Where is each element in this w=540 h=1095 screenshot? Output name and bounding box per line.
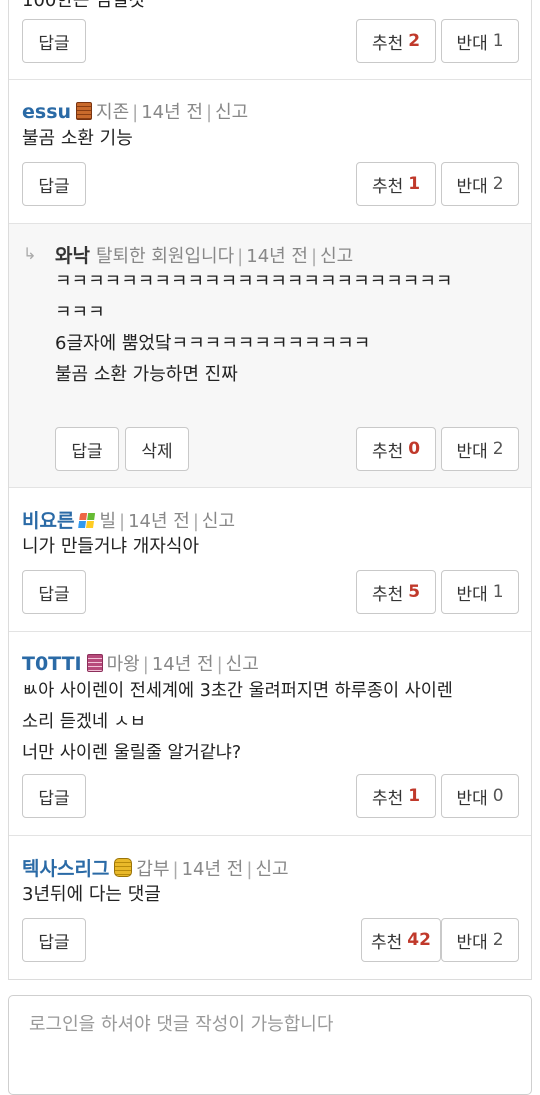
report-link[interactable]: 신고	[202, 511, 235, 532]
comment-body-partial: 100한는 님일것	[22, 0, 145, 11]
comment-item: 텍사스리그 갑부 | 14년 전 | 신고 3년뒤에 다는 댓글 답글 추천 42 반대 2	[9, 836, 531, 979]
comment-item: T0TTI 마왕 | 14년 전 | 신고 ㅄ아 사이렌이 전세계에 3초간 울려퍼지면 …	[9, 632, 531, 836]
user-rank: 마왕	[106, 654, 140, 675]
comment-time: 14년 전	[246, 246, 308, 267]
downvote-button[interactable]: 반대 1	[441, 570, 519, 614]
comment-body: ㅄ아 사이렌이 전세계에 3초간 울려퍼지면 하루종이 사이렌 소리 듣겠네 ㅅ…	[22, 681, 453, 763]
user-rank: 탈퇴한 회원입니다	[95, 246, 235, 267]
comment-time: 14년 전	[141, 102, 203, 123]
reply-button[interactable]: 답글	[22, 162, 86, 206]
upvote-button[interactable]: 추천 42	[361, 918, 441, 962]
downvote-button[interactable]: 반대 2	[441, 918, 519, 962]
comment-author[interactable]: 비요른	[22, 510, 74, 532]
level-icon	[86, 654, 103, 672]
comment-item: essu 지존 | 14년 전 | 신고 불곰 소환 기능 답글 추천 1 반대 2	[9, 80, 531, 224]
reply-button[interactable]: 답글	[22, 774, 86, 818]
downvote-button[interactable]: 반대 2	[441, 427, 519, 471]
report-link[interactable]: 신고	[320, 246, 353, 267]
comment-body: ㅋㅋㅋㅋㅋㅋㅋㅋㅋㅋㅋㅋㅋㅋㅋㅋㅋㅋㅋㅋㅋㅋㅋㅋ ㅋㅋㅋ 6글자에 뿜었닼ㅋㅋㅋ…	[55, 271, 453, 385]
comment-meta: essu 지존 | 14년 전 | 신고	[22, 101, 249, 123]
reply-button[interactable]: 답글	[22, 570, 86, 614]
comment-body: 불곰 소환 기능	[22, 128, 133, 149]
comment-thread: 100한는 님일것 답글 추천 2 반대 1 essu 지존 | 14년 전 | 신고 불곰 …	[8, 0, 532, 980]
comment-author[interactable]: 텍사스리그	[22, 858, 109, 880]
comment-author[interactable]: 와낙	[55, 245, 90, 267]
windows-logo-icon	[78, 513, 97, 529]
upvote-button[interactable]: 추천 2	[356, 19, 436, 63]
upvote-button[interactable]: 추천 5	[356, 570, 436, 614]
comment-author[interactable]: essu	[22, 101, 71, 123]
reply-button[interactable]: 답글	[22, 19, 86, 63]
comment-item: 비요른 빌 | 14년 전 | 신고 니가 만들거냐 개자식아 답글 추천 5 반대 1	[9, 488, 531, 632]
level-icon	[76, 102, 93, 120]
report-link[interactable]: 신고	[255, 859, 288, 880]
user-rank: 빌	[99, 511, 117, 532]
comment-meta: 비요른 빌 | 14년 전 | 신고	[22, 510, 236, 532]
comment-body: 3년뒤에 다는 댓글	[22, 884, 161, 905]
login-required-placeholder: 로그인을 하셔야 댓글 작성이 가능합니다	[29, 1014, 334, 1035]
reply-arrow-icon: ↳	[23, 244, 37, 263]
comment-author[interactable]: T0TTI	[22, 653, 82, 675]
upvote-button[interactable]: 추천 0	[356, 427, 436, 471]
comment-meta: T0TTI 마왕 | 14년 전 | 신고	[22, 653, 259, 675]
user-rank: 갑부	[136, 859, 170, 880]
comment-meta: 텍사스리그 갑부 | 14년 전 | 신고	[22, 858, 289, 880]
comment-input-box[interactable]: 로그인을 하셔야 댓글 작성이 가능합니다	[8, 995, 532, 1095]
user-rank: 지존	[96, 102, 130, 123]
upvote-button[interactable]: 추천 1	[356, 774, 436, 818]
comment-time: 14년 전	[128, 511, 190, 532]
comment-time: 14년 전	[181, 859, 244, 880]
comment-meta: 와낙 탈퇴한 회원입니다 | 14년 전 | 신고	[55, 245, 354, 267]
upvote-button[interactable]: 추천 1	[356, 162, 436, 206]
downvote-button[interactable]: 반대 2	[441, 162, 519, 206]
coin-icon	[114, 858, 133, 877]
downvote-button[interactable]: 반대 1	[441, 19, 519, 63]
comment-body: 니가 만들거냐 개자식아	[22, 536, 200, 557]
comment-time: 14년 전	[151, 654, 214, 675]
downvote-button[interactable]: 반대 0	[441, 774, 519, 818]
delete-button[interactable]: 삭제	[125, 427, 189, 471]
reply-button[interactable]: 답글	[22, 918, 86, 962]
comment-reply-item: ↳ 와낙 탈퇴한 회원입니다 | 14년 전 | 신고 ㅋㅋㅋㅋㅋㅋㅋㅋㅋㅋㅋㅋㅋㅋㅋㅋㅋ…	[9, 224, 531, 488]
comment-partial: 100한는 님일것 답글 추천 2 반대 1	[9, 0, 531, 80]
report-link[interactable]: 신고	[215, 102, 248, 123]
report-link[interactable]: 신고	[226, 654, 259, 675]
reply-button[interactable]: 답글	[55, 427, 119, 471]
